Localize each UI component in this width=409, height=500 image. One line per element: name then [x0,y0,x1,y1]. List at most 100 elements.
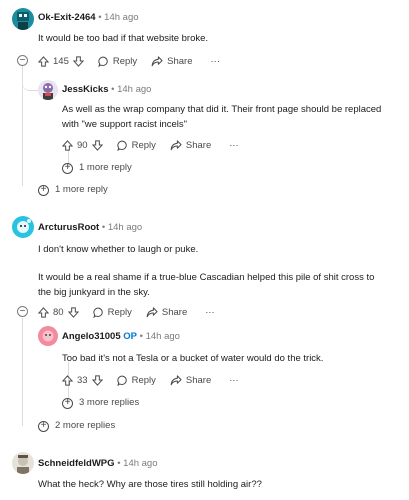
separator-dot: • [139,331,143,342]
more-options-button[interactable]: ··· [201,307,215,318]
comment-line: It would be too bad if that website brok… [38,33,209,44]
comment-header: Angelo31005 OP • 14h ago [62,331,180,343]
upvote-icon[interactable] [38,306,49,318]
more-replies-label: 3 more replies [79,397,140,408]
more-replies-label: 1 more reply [55,184,108,195]
comment-line: the big junkyard in the sky. [38,287,150,298]
more-options-icon: ··· [210,55,221,67]
collapse-icon[interactable]: − [17,306,28,317]
more-replies-link[interactable]: + 1 more reply [62,162,132,174]
comment-body-paragraph: It would be a real shame if a true-blue … [38,270,374,300]
share-button[interactable]: Share [146,307,187,318]
more-replies-label: 2 more replies [55,420,116,431]
avatar[interactable] [12,452,34,474]
comment-line: As well as the wrap company that did it.… [62,104,382,115]
comment-header: Ok-Exit-2464 • 14h ago [38,12,139,24]
share-label: Share [167,55,193,67]
comment-body: As well as the wrap company that did it.… [62,102,381,132]
vote-count: 90 [77,139,88,151]
expand-icon: + [62,162,73,174]
vote-control: 90 [62,140,103,151]
share-label: Share [161,306,188,318]
share-icon [151,55,163,66]
upvote-icon[interactable] [62,139,73,151]
reply-icon [98,56,108,67]
more-options-button[interactable]: ··· [225,375,239,386]
downvote-icon[interactable] [91,139,103,151]
thread-line [22,318,23,426]
avatar[interactable] [12,216,34,238]
avatar[interactable] [38,326,58,346]
upvote-icon[interactable] [38,55,49,67]
separator-dot: • [98,12,102,23]
expand-icon: + [38,184,49,196]
more-replies-label: 1 more reply [79,162,132,173]
timestamp[interactable]: 14h ago [146,331,180,342]
avatar[interactable] [38,80,58,100]
reply-button[interactable]: Reply [98,56,137,67]
reply-button[interactable]: Reply [92,306,132,318]
reply-button[interactable]: Reply [116,375,156,386]
separator-dot: • [101,222,106,233]
comment-line: Too bad it's not a Tesla or a bucket of … [62,353,324,364]
comment-line: What the heck? Why are those tires still… [38,479,262,490]
downvote-icon[interactable] [67,306,79,318]
reply-icon [116,140,127,151]
share-button[interactable]: Share [170,140,211,151]
comment-body: Too bad it's not a Tesla or a bucket of … [62,351,323,366]
comment-header: SchneidfeldWPG • 14h ago [38,458,158,470]
comment-header: JessKicks • 14h ago [62,84,151,96]
comment-actions: 145 Reply Share ··· [38,54,234,68]
more-options-button[interactable]: ··· [225,140,239,151]
expand-icon: + [38,420,49,432]
expand-icon: + [62,397,73,409]
more-options-icon: ··· [205,306,215,318]
more-options-button[interactable]: ··· [207,56,221,67]
upvote-icon[interactable] [62,374,73,386]
vote-count: 80 [53,306,64,318]
comment-body: What the heck? Why are those tires still… [38,477,262,492]
timestamp[interactable]: 14h ago [123,458,157,469]
op-badge: OP [123,331,137,342]
vote-count: 145 [53,55,69,67]
more-replies-link[interactable]: + 2 more replies [38,420,115,432]
reply-label: Reply [107,306,132,318]
author-name[interactable]: ArcturusRoot [38,222,99,233]
author-name[interactable]: JessKicks [62,84,108,95]
share-icon [146,306,158,317]
share-icon [170,139,182,150]
downvote-icon[interactable] [72,55,84,67]
vote-control: 80 [38,307,79,318]
reply-icon [116,375,127,386]
reply-label: Reply [131,139,156,151]
more-replies-link[interactable]: + 3 more replies [62,397,139,409]
reply-button[interactable]: Reply [116,139,156,151]
timestamp[interactable]: 14h ago [104,12,138,23]
avatar[interactable] [12,8,34,30]
share-button[interactable]: Share [170,375,211,386]
comment-line: It would be a real shame if a true-blue … [38,272,375,283]
timestamp[interactable]: 14h ago [117,84,151,95]
share-button[interactable]: Share [151,55,193,67]
comment-header: ArcturusRoot • 14h ago [38,222,142,234]
share-label: Share [185,374,212,386]
collapse-icon[interactable]: − [17,55,28,66]
comment-actions: 90 Reply Share ··· [62,138,253,152]
vote-control: 145 [38,56,84,67]
comment-line: I don't know whether to laugh or puke. [38,244,199,255]
vote-control: 33 [62,375,103,386]
timestamp[interactable]: 14h ago [108,222,142,233]
comment-line: with "we support racist incels" [62,119,188,130]
author-name[interactable]: SchneidfeldWPG [38,458,115,469]
share-icon [170,374,182,385]
downvote-icon[interactable] [91,374,103,386]
author-name[interactable]: Ok-Exit-2464 [38,12,96,23]
more-replies-link[interactable]: + 1 more reply [38,184,108,196]
reply-icon [92,307,103,318]
more-options-icon: ··· [229,374,239,386]
author-name[interactable]: Angelo31005 [62,331,121,342]
thread-connector [22,72,38,91]
reply-label: Reply [112,55,138,67]
comment-actions: 33 Reply Share ··· [62,373,253,387]
separator-dot: • [111,84,115,95]
